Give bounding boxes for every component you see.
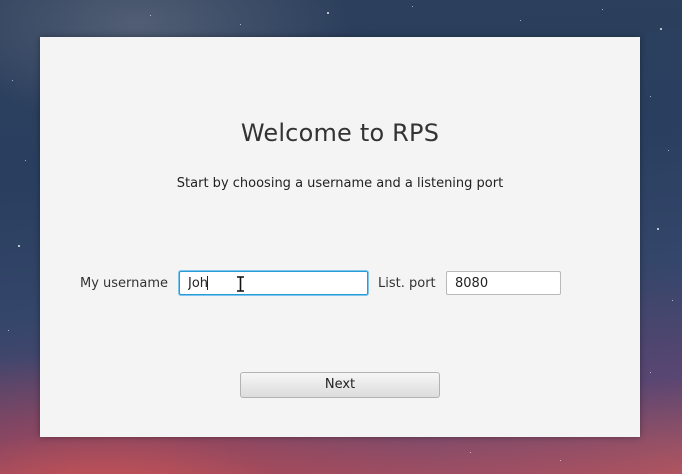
star [412,6,413,7]
port-label: List. port [378,276,436,291]
star [560,460,561,461]
text-caret [207,276,208,290]
next-button[interactable]: Next [240,372,440,398]
star [470,452,471,453]
star [150,15,151,16]
star [520,20,521,21]
star [18,245,20,247]
star [12,80,13,81]
star [602,9,603,10]
star [8,330,9,331]
star [660,28,662,30]
star [240,24,241,25]
username-label: My username [80,276,169,291]
star [650,372,651,373]
port-input[interactable] [446,271,561,295]
star [668,150,669,151]
star [657,228,659,230]
star [25,160,26,161]
welcome-window: Welcome to RPS Start by choosing a usern… [40,37,640,437]
star [327,12,329,14]
text-cursor-icon [237,276,244,292]
star [650,96,651,97]
welcome-subtitle: Start by choosing a username and a liste… [176,176,504,191]
welcome-title: Welcome to RPS [240,119,440,147]
star [672,300,673,301]
